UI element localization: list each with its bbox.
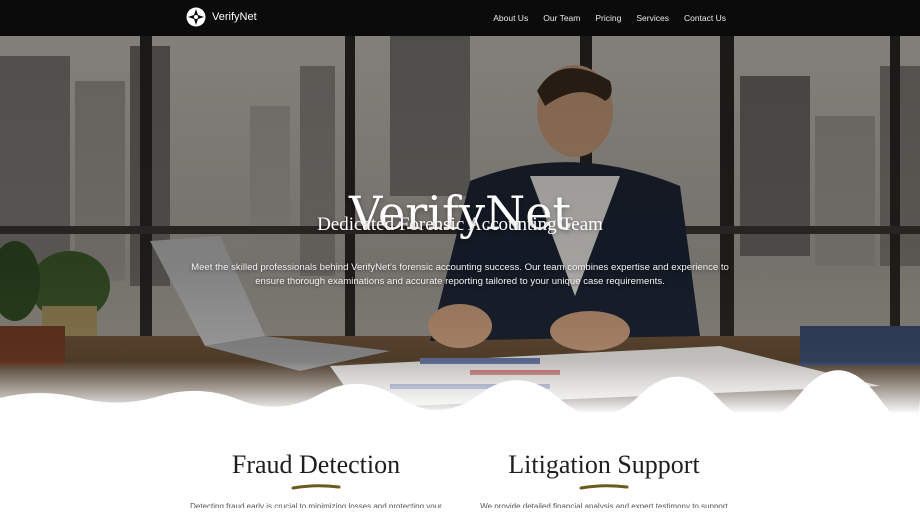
hero-section: VerifyNet Dedicated Forensic Accounting … <box>0 36 920 414</box>
brand-name: VerifyNet <box>212 11 257 23</box>
brand-link[interactable]: VerifyNet <box>186 7 257 27</box>
service-description: We provide detailed financial analysis a… <box>480 502 728 508</box>
service-litigation-support: Litigation Support We provide detailed f… <box>464 450 744 508</box>
hero-description: Meet the skilled professionals behind Ve… <box>191 262 729 287</box>
nav-link-pricing[interactable]: Pricing <box>595 13 621 23</box>
services-section: Fraud Detection Detecting fraud early is… <box>0 414 920 514</box>
nav-link-contact-us[interactable]: Contact Us <box>684 13 726 23</box>
service-title: Fraud Detection <box>231 450 401 479</box>
logo-icon <box>186 7 206 27</box>
nav-link-services[interactable]: Services <box>636 13 669 23</box>
service-fraud-detection: Fraud Detection Detecting fraud early is… <box>176 450 456 508</box>
nav-link-our-team[interactable]: Our Team <box>543 13 580 23</box>
nav-links: About Us Our Team Pricing Services Conta… <box>478 0 726 36</box>
title-underline-decoration <box>291 484 341 490</box>
top-navbar: VerifyNet About Us Our Team Pricing Serv… <box>0 0 920 36</box>
nav-link-about-us[interactable]: About Us <box>493 13 528 23</box>
service-title: Litigation Support <box>508 450 700 479</box>
title-underline-decoration <box>579 484 629 490</box>
hero-subtitle: Dedicated Forensic Accounting Team <box>317 214 603 235</box>
service-description: Detecting fraud early is crucial to mini… <box>190 502 442 508</box>
